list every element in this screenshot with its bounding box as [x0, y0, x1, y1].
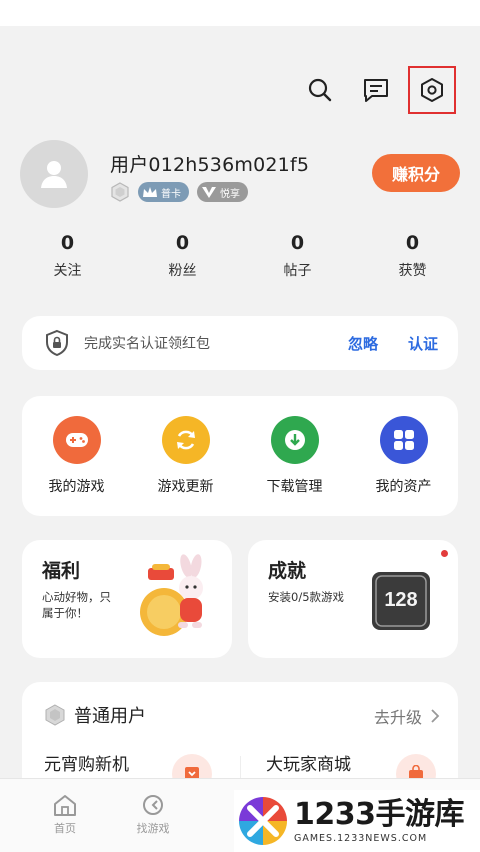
nav-home-label: 首页 — [54, 822, 76, 835]
stat-following[interactable]: 0 关注 — [10, 232, 125, 280]
member-perk-mall[interactable]: 大玩家商城 — [266, 750, 351, 775]
stat-value: 0 — [405, 232, 420, 254]
stat-fans[interactable]: 0 粉丝 — [125, 232, 240, 280]
quick-my-assets[interactable]: 我的资产 — [349, 416, 458, 516]
rabbit-mascot-icon — [140, 554, 203, 636]
achievement-subtitle: 安装0/5款游戏 — [268, 590, 345, 604]
notification-dot — [441, 550, 448, 557]
stats-row: 0 关注 0 粉丝 0 帖子 0 获赞 — [10, 232, 470, 280]
quick-download-manager[interactable]: 下载管理 — [240, 416, 349, 516]
stat-label: 帖子 — [283, 263, 312, 279]
badge-row: 普卡 悦享 — [110, 182, 248, 202]
certify-link[interactable]: 认证 — [408, 333, 438, 354]
ignore-link[interactable]: 忽略 — [348, 333, 378, 354]
settings-icon — [421, 78, 443, 102]
achievement-card[interactable]: 成就 安装0/5款游戏 128 — [248, 540, 458, 658]
watermark-text: 1233手游库 GAMES.1233NEWS.COM — [294, 796, 465, 844]
crown-icon — [143, 187, 157, 197]
stat-value: 0 — [290, 232, 305, 254]
card-badge-label: 普卡 — [161, 188, 181, 200]
top-toolbar — [288, 66, 456, 114]
watermark-url: GAMES.1233NEWS.COM — [294, 832, 428, 844]
achievement-badge-text: 128 — [384, 589, 417, 611]
quick-label: 游戏更新 — [157, 479, 214, 495]
membership-title: 普通用户 — [74, 706, 146, 727]
achievement-badge-icon: 128 — [372, 572, 430, 630]
quick-label: 我的游戏 — [48, 479, 105, 495]
quick-actions: 我的游戏 游戏更新 下载管理 我的资产 — [22, 396, 458, 516]
verify-text: 完成实名认证领红包 — [84, 336, 210, 352]
v-icon — [202, 187, 216, 198]
watermark-brand: 1233手游库 — [294, 796, 465, 832]
stat-value: 0 — [60, 232, 75, 254]
stat-likes[interactable]: 0 获赞 — [355, 232, 470, 280]
quick-label: 我的资产 — [375, 479, 432, 495]
avatar[interactable] — [20, 140, 88, 208]
vip-badge-label: 悦享 — [220, 188, 240, 200]
watermark-overlay: 1233手游库 GAMES.1233NEWS.COM — [234, 790, 480, 852]
stat-posts[interactable]: 0 帖子 — [240, 232, 355, 280]
quick-my-games[interactable]: 我的游戏 — [22, 416, 131, 516]
nav-find-games[interactable]: 找游戏 — [123, 793, 183, 836]
username: 用户012h536m021f5 — [110, 154, 310, 176]
nav-home[interactable]: 首页 — [35, 793, 95, 836]
user-silhouette-icon — [41, 161, 67, 188]
level-hexagon-icon[interactable] — [110, 182, 130, 202]
search-button[interactable] — [296, 66, 344, 114]
card-badge[interactable]: 普卡 — [138, 182, 189, 202]
stat-value: 0 — [175, 232, 190, 254]
upgrade-link[interactable]: 去升级 — [374, 704, 440, 728]
upgrade-label: 去升级 — [373, 708, 422, 727]
member-tier-icon — [45, 704, 65, 726]
welfare-card[interactable]: 福利 心动好物，只属于你！ — [22, 540, 232, 658]
nav-find-games-label: 找游戏 — [136, 822, 170, 835]
stat-label: 获赞 — [398, 263, 427, 279]
shield-lock-icon — [46, 329, 68, 357]
gamepad-icon — [52, 416, 101, 464]
find-games-icon — [143, 795, 163, 815]
download-icon — [270, 416, 319, 464]
grid-icon — [379, 416, 428, 464]
member-perk-new-phone[interactable]: 元宵购新机 — [44, 750, 129, 775]
stat-label: 关注 — [53, 263, 82, 279]
message-button[interactable] — [352, 66, 400, 114]
search-icon — [308, 78, 332, 102]
vip-badge[interactable]: 悦享 — [197, 182, 248, 202]
quick-game-updates[interactable]: 游戏更新 — [131, 416, 240, 516]
stat-label: 粉丝 — [168, 263, 197, 279]
settings-button[interactable] — [408, 66, 456, 114]
membership-header: 普通用户 — [44, 702, 146, 728]
chevron-right-icon — [431, 709, 440, 723]
welfare-subtitle: 心动好物，只属于你！ — [42, 590, 111, 620]
profile-header: 用户012h536m021f5 普卡 悦享 赚积分 — [20, 140, 460, 210]
home-icon — [54, 795, 76, 816]
status-bar-area — [0, 0, 480, 26]
earn-points-button[interactable]: 赚积分 — [372, 154, 460, 192]
message-icon — [364, 79, 388, 102]
refresh-icon — [161, 416, 210, 464]
realname-verify-banner: 完成实名认证领红包 忽略 认证 — [22, 316, 458, 370]
brand-logo-icon — [238, 796, 288, 846]
quick-label: 下载管理 — [266, 479, 323, 495]
